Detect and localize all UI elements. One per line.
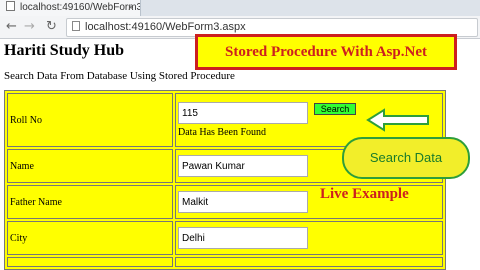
search-data-callout: Search Data xyxy=(342,137,470,179)
overlay-banner: Stored Procedure With Asp.Net xyxy=(195,34,457,70)
roll-no-label: Roll No xyxy=(7,93,173,147)
tab-title: localhost:49160/WebForm3 xyxy=(20,2,141,13)
name-input[interactable]: Pawan Kumar xyxy=(178,155,308,177)
arrow-left-icon xyxy=(366,108,429,132)
browser-tab[interactable]: localhost:49160/WebForm3 × xyxy=(0,0,141,16)
close-tab-icon[interactable]: × xyxy=(128,0,134,16)
father-name-label: Father Name xyxy=(7,185,173,219)
city-input[interactable]: Delhi xyxy=(178,227,308,249)
reload-icon[interactable]: ↻ xyxy=(46,18,57,36)
search-button[interactable]: Search xyxy=(314,103,356,115)
forward-arrow-icon[interactable]: → xyxy=(24,18,35,36)
tab-bar: localhost:49160/WebForm3 × xyxy=(0,0,480,17)
url-text: localhost:49160/WebForm3.aspx xyxy=(85,21,246,33)
live-example-label: Live Example xyxy=(320,186,409,202)
name-label: Name xyxy=(7,149,173,183)
city-label: City xyxy=(7,221,173,255)
empty-label-cell xyxy=(7,257,173,267)
city-cell: Delhi xyxy=(175,221,443,255)
roll-no-input[interactable]: 115 xyxy=(178,102,308,124)
page-subtitle: Search Data From Database Using Stored P… xyxy=(4,70,235,82)
page-info-icon[interactable] xyxy=(72,21,80,31)
empty-value-cell xyxy=(175,257,443,267)
back-arrow-icon[interactable]: ← xyxy=(6,18,17,36)
father-name-input[interactable]: Malkit xyxy=(178,191,308,213)
page-icon xyxy=(6,1,15,11)
page-title: Hariti Study Hub xyxy=(4,42,125,59)
